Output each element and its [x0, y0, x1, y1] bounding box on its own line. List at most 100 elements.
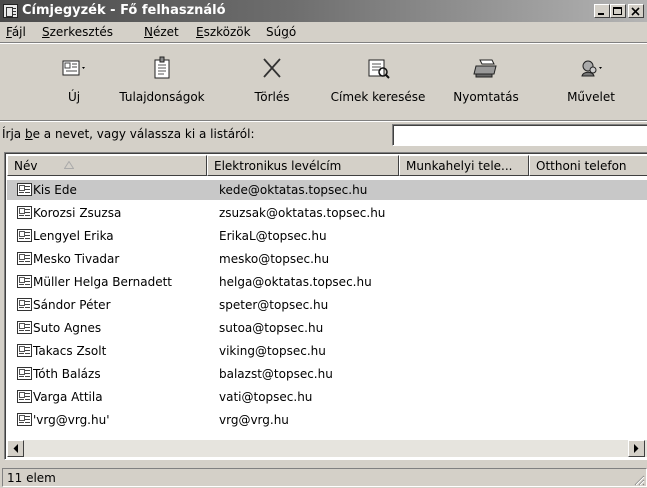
- arrow-right-icon: [634, 444, 639, 453]
- contact-name: Mesko Tivadar: [33, 252, 120, 266]
- contacts-list[interactable]: Név Elektronikus levélcím Munkahelyi tel…: [4, 152, 647, 460]
- print-label: Nyomtatás: [453, 90, 519, 104]
- table-row[interactable]: Takacs Zsolt viking@topsec.hu: [7, 341, 647, 361]
- find-people-button[interactable]: Címek keresése: [324, 52, 432, 112]
- status-panel: 11 elem: [2, 468, 647, 487]
- table-row[interactable]: Tóth Balázs balazst@topsec.hu: [7, 364, 647, 384]
- contact-email: viking@topsec.hu: [219, 344, 326, 358]
- new-label: Új: [67, 90, 81, 104]
- delete-button[interactable]: Törlés: [244, 52, 300, 112]
- menu-help-label-pre: Sú: [266, 25, 282, 39]
- contact-card-icon: [17, 275, 32, 288]
- menu-file-label: ájl: [11, 25, 26, 39]
- menu-file[interactable]: Fájl: [6, 25, 26, 39]
- menu-view-label: ézet: [152, 25, 179, 39]
- column-header-home-phone[interactable]: Otthoni telefon: [529, 155, 647, 176]
- toolbar: Új Tulajdonságok Törlés Címek keresése N…: [0, 44, 647, 120]
- column-email-label: Elektronikus levélcím: [214, 159, 342, 173]
- action-label: Művelet: [567, 90, 615, 104]
- search-label-pre: Írja: [2, 127, 25, 141]
- find-people-icon: [368, 59, 390, 79]
- search-label: Írja be a nevet, vagy válassza ki a list…: [2, 127, 255, 141]
- column-work-phone-label: Munkahelyi tele...: [406, 159, 513, 173]
- contact-name: Takacs Zsolt: [33, 344, 107, 358]
- menu-edit-mnemonic: S: [42, 25, 50, 39]
- contact-email: vati@topsec.hu: [219, 390, 313, 404]
- maximize-icon: [613, 7, 622, 15]
- delete-label: Törlés: [254, 90, 290, 104]
- column-header-email[interactable]: Elektronikus levélcím: [207, 155, 399, 176]
- menu-edit[interactable]: Szerkesztés: [42, 25, 113, 39]
- sort-ascending-icon: [64, 161, 74, 169]
- title-bar[interactable]: Címjegyzék - Fő felhasználó: [0, 0, 647, 22]
- search-input[interactable]: [392, 124, 647, 146]
- resize-grip-icon[interactable]: [633, 474, 645, 486]
- column-header-name[interactable]: Név: [7, 155, 207, 176]
- menu-bar: Fájl Szerkesztés Nézet Eszközök Súgó: [0, 22, 647, 42]
- address-book-icon[interactable]: [3, 4, 18, 18]
- print-button[interactable]: Nyomtatás: [446, 52, 526, 112]
- column-home-phone-label: Otthoni telefon: [536, 159, 627, 173]
- minimize-button[interactable]: [594, 4, 610, 18]
- contact-email: speter@topsec.hu: [219, 298, 329, 312]
- minimize-icon: [598, 13, 604, 15]
- printer-icon: [473, 59, 497, 78]
- contact-email: helga@oktatas.topsec.hu: [219, 275, 372, 289]
- contact-name: 'vrg@vrg.hu': [33, 413, 110, 427]
- contact-card-icon: [17, 390, 32, 403]
- column-header-work-phone[interactable]: Munkahelyi tele...: [399, 155, 529, 176]
- find-people-label: Címek keresése: [330, 90, 426, 104]
- contact-card-icon: [17, 206, 32, 219]
- contact-email: kede@oktatas.topsec.hu: [219, 183, 368, 197]
- menu-tools[interactable]: Eszközök: [196, 25, 251, 39]
- menu-tools-mnemonic: E: [196, 25, 204, 39]
- table-row[interactable]: Varga Attila vati@topsec.hu: [7, 387, 647, 407]
- contact-name: Suto Agnes: [33, 321, 102, 335]
- maximize-button[interactable]: [610, 4, 626, 18]
- contact-name: Korozsi Zsuzsa: [33, 206, 122, 220]
- action-icon: [581, 60, 602, 77]
- menu-view-mnemonic: N: [144, 25, 153, 39]
- close-icon: [631, 7, 640, 16]
- table-row[interactable]: Suto Agnes sutoa@topsec.hu: [7, 318, 647, 338]
- new-button[interactable]: Új: [46, 52, 102, 112]
- contact-name: Müller Helga Bernadett: [33, 275, 172, 289]
- contact-card-icon: [17, 183, 32, 196]
- table-row[interactable]: Sándor Péter speter@topsec.hu: [7, 295, 647, 315]
- contact-name: Kis Ede: [33, 183, 77, 197]
- table-row[interactable]: Mesko Tivadar mesko@topsec.hu: [7, 249, 647, 269]
- table-row[interactable]: Lengyel Erika ErikaL@topsec.hu: [7, 226, 647, 246]
- scroll-right-button[interactable]: [628, 440, 645, 457]
- menu-edit-label: zerkesztés: [49, 25, 114, 39]
- action-button[interactable]: Művelet: [556, 52, 626, 112]
- close-button[interactable]: [628, 4, 644, 18]
- table-row[interactable]: 'vrg@vrg.hu' vrg@vrg.hu: [7, 410, 647, 430]
- contact-card-icon: [17, 252, 32, 265]
- status-bar: 11 elem: [0, 466, 647, 488]
- window-title: Címjegyzék - Fő felhasználó: [22, 3, 226, 18]
- contact-name: Lengyel Erika: [33, 229, 114, 243]
- table-row[interactable]: Korozsi Zsuzsa zsuzsak@oktatas.topsec.hu: [7, 203, 647, 223]
- contact-name: Tóth Balázs: [33, 367, 101, 381]
- horizontal-scrollbar[interactable]: [7, 440, 647, 457]
- properties-icon: [154, 56, 170, 79]
- delete-icon: [263, 58, 281, 78]
- item-count: 11 elem: [7, 471, 56, 485]
- contact-card-icon: [17, 344, 32, 357]
- contact-card-icon: [17, 229, 32, 242]
- contact-card-icon: [17, 321, 32, 334]
- contact-email: zsuzsak@oktatas.topsec.hu: [219, 206, 386, 220]
- table-row[interactable]: Müller Helga Bernadett helga@oktatas.tops…: [7, 272, 647, 292]
- menu-help[interactable]: Súgó: [266, 25, 296, 39]
- menu-help-label-post: ó: [288, 25, 297, 39]
- properties-button[interactable]: Tulajdonságok: [112, 52, 212, 112]
- search-label-mnemonic: b: [24, 127, 33, 141]
- list-header: Név Elektronikus levélcím Munkahelyi tel…: [7, 155, 647, 176]
- scrollbar-track[interactable]: [24, 440, 124, 457]
- scroll-left-button[interactable]: [7, 440, 24, 457]
- menu-view[interactable]: Nézet: [144, 25, 179, 39]
- table-row[interactable]: Kis Ede kede@oktatas.topsec.hu: [7, 180, 647, 200]
- menu-help-mnemonic: g: [281, 25, 289, 39]
- menu-tools-label: szközök: [203, 25, 251, 39]
- contact-card-icon: [17, 298, 32, 311]
